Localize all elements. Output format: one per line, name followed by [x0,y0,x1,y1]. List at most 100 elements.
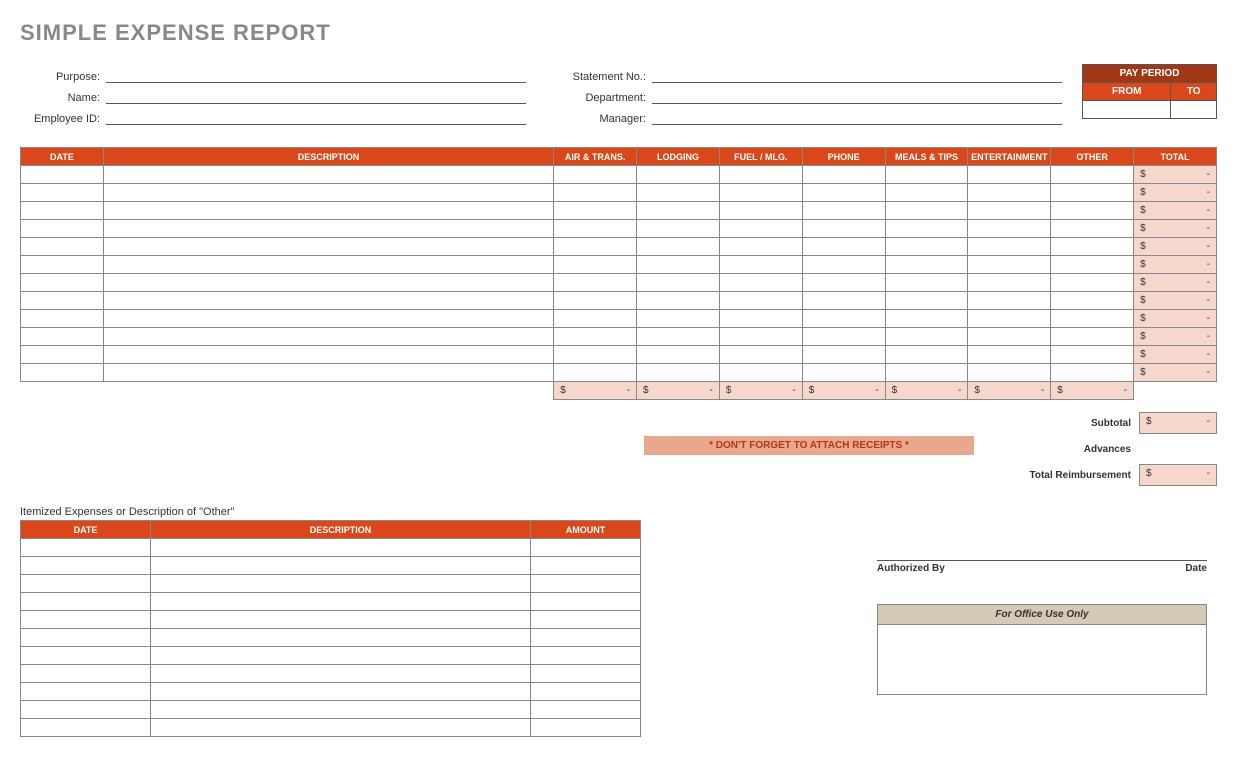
expense-cell[interactable] [21,256,104,274]
expense-cell[interactable] [719,310,802,328]
other-cell[interactable] [531,683,641,701]
expense-cell[interactable] [1051,220,1134,238]
other-cell[interactable] [531,593,641,611]
other-cell[interactable] [151,539,531,557]
expense-cell[interactable] [21,364,104,382]
expense-cell[interactable] [719,364,802,382]
expense-cell[interactable] [637,202,720,220]
expense-cell[interactable] [21,274,104,292]
expense-cell[interactable] [554,328,637,346]
other-cell[interactable] [21,719,151,737]
expense-cell[interactable] [885,292,968,310]
expense-cell[interactable] [802,364,885,382]
other-cell[interactable] [21,629,151,647]
other-cell[interactable] [151,665,531,683]
expense-cell[interactable] [885,220,968,238]
expense-cell[interactable] [1051,292,1134,310]
expense-cell[interactable] [103,256,553,274]
expense-cell[interactable] [1051,238,1134,256]
other-cell[interactable] [21,647,151,665]
expense-cell[interactable] [719,274,802,292]
expense-cell[interactable] [968,238,1051,256]
expense-cell[interactable] [802,184,885,202]
expense-cell[interactable] [885,346,968,364]
expense-cell[interactable] [719,256,802,274]
expense-cell[interactable] [637,310,720,328]
expense-cell[interactable] [885,184,968,202]
expense-cell[interactable] [802,328,885,346]
other-cell[interactable] [21,701,151,719]
expense-cell[interactable] [885,202,968,220]
other-cell[interactable] [531,539,641,557]
expense-cell[interactable] [554,256,637,274]
other-cell[interactable] [21,593,151,611]
expense-cell[interactable] [637,256,720,274]
expense-cell[interactable] [968,292,1051,310]
expense-cell[interactable] [554,166,637,184]
expense-cell[interactable] [719,328,802,346]
other-cell[interactable] [151,557,531,575]
other-cell[interactable] [531,665,641,683]
expense-cell[interactable] [1051,310,1134,328]
other-cell[interactable] [151,683,531,701]
expense-cell[interactable] [554,238,637,256]
expense-cell[interactable] [637,364,720,382]
expense-cell[interactable] [719,202,802,220]
expense-cell[interactable] [719,220,802,238]
expense-cell[interactable] [968,364,1051,382]
expense-cell[interactable] [802,220,885,238]
expense-cell[interactable] [968,202,1051,220]
employee-id-input[interactable] [106,110,526,125]
expense-cell[interactable] [968,310,1051,328]
expense-cell[interactable] [802,292,885,310]
expense-cell[interactable] [968,220,1051,238]
expense-cell[interactable] [968,166,1051,184]
other-cell[interactable] [21,683,151,701]
expense-cell[interactable] [885,166,968,184]
expense-cell[interactable] [554,202,637,220]
expense-cell[interactable] [554,184,637,202]
expense-cell[interactable] [103,238,553,256]
purpose-input[interactable] [106,68,526,83]
expense-cell[interactable] [1051,202,1134,220]
expense-cell[interactable] [103,346,553,364]
expense-cell[interactable] [885,328,968,346]
expense-cell[interactable] [885,256,968,274]
expense-cell[interactable] [21,292,104,310]
expense-cell[interactable] [1051,364,1134,382]
other-cell[interactable] [21,539,151,557]
expense-cell[interactable] [21,328,104,346]
expense-cell[interactable] [103,184,553,202]
expense-cell[interactable] [885,274,968,292]
other-cell[interactable] [21,611,151,629]
other-cell[interactable] [531,575,641,593]
expense-cell[interactable] [554,346,637,364]
other-cell[interactable] [21,557,151,575]
expense-cell[interactable] [1051,328,1134,346]
expense-cell[interactable] [802,274,885,292]
expense-cell[interactable] [103,202,553,220]
expense-cell[interactable] [802,166,885,184]
expense-cell[interactable] [554,220,637,238]
other-cell[interactable] [531,647,641,665]
expense-cell[interactable] [885,310,968,328]
expense-cell[interactable] [719,166,802,184]
other-cell[interactable] [151,719,531,737]
expense-cell[interactable] [21,166,104,184]
expense-cell[interactable] [103,364,553,382]
name-input[interactable] [106,89,526,104]
expense-cell[interactable] [554,274,637,292]
other-cell[interactable] [531,557,641,575]
expense-cell[interactable] [103,220,553,238]
expense-cell[interactable] [637,166,720,184]
expense-cell[interactable] [885,238,968,256]
expense-cell[interactable] [968,274,1051,292]
office-use-cell[interactable] [878,625,1207,695]
expense-cell[interactable] [637,220,720,238]
expense-cell[interactable] [637,238,720,256]
other-cell[interactable] [151,647,531,665]
expense-cell[interactable] [103,274,553,292]
expense-cell[interactable] [21,220,104,238]
expense-cell[interactable] [1051,274,1134,292]
expense-cell[interactable] [802,346,885,364]
